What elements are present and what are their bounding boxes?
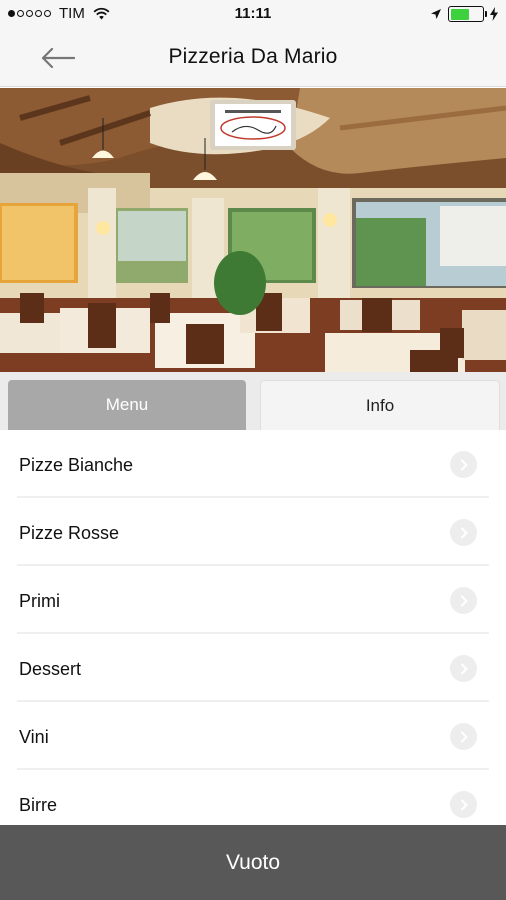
- list-item-label: Pizze Rosse: [19, 523, 120, 543]
- status-right: [430, 6, 498, 22]
- list-item[interactable]: Vini: [0, 702, 506, 770]
- tab-info[interactable]: Info: [260, 380, 500, 430]
- chevron-right-circle-icon: [450, 451, 477, 478]
- restaurant-photo: [0, 88, 506, 372]
- battery-level: [450, 8, 470, 20]
- chevron-right-circle-icon: [450, 587, 477, 614]
- restaurant-dining-room-image: [0, 88, 506, 372]
- restaurant-logo: [210, 100, 296, 150]
- battery-tip: [485, 11, 487, 17]
- charging-bolt-icon: [490, 7, 498, 21]
- status-bar: TIM 11:11: [0, 0, 506, 30]
- chevron-right-circle-icon: [450, 723, 477, 750]
- list-item-label: Pizze Bianche: [19, 455, 134, 475]
- list-item[interactable]: Pizze Bianche: [0, 430, 506, 498]
- segment-tabs: Menu Info: [0, 372, 506, 430]
- chevron-right-circle-icon: [450, 655, 477, 682]
- page-title: Pizzeria Da Mario: [168, 45, 338, 68]
- chevron-right-circle-icon: [450, 519, 477, 546]
- list-item-label: Primi: [19, 591, 60, 611]
- chevron-right-circle-icon: [450, 791, 477, 818]
- list-item-label: Birre: [19, 795, 58, 815]
- location-arrow-icon: [431, 9, 441, 19]
- list-item-label: Dessert: [19, 659, 82, 679]
- list-item[interactable]: Primi: [0, 566, 506, 634]
- menu-category-list: Pizze Bianche Pizze Rosse Primi Dessert …: [0, 430, 506, 838]
- list-item-label: Vini: [19, 727, 49, 747]
- list-item[interactable]: Pizze Rosse: [0, 498, 506, 566]
- list-item[interactable]: Dessert: [0, 634, 506, 702]
- navigation-bar: Pizzeria Da Mario: [0, 30, 506, 87]
- tab-menu[interactable]: Menu: [8, 380, 246, 430]
- battery-icon: [448, 6, 487, 22]
- cart-button[interactable]: Vuoto: [0, 825, 506, 900]
